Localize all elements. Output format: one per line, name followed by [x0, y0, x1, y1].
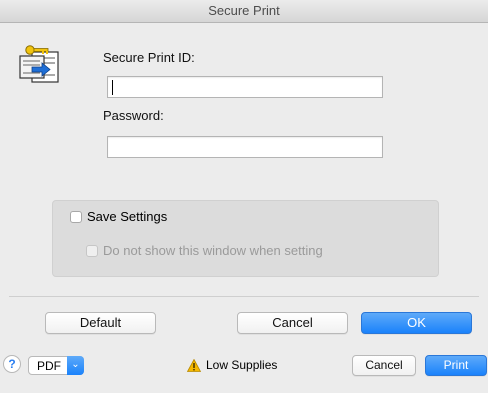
default-button[interactable]: Default [45, 312, 156, 334]
password-field[interactable] [107, 136, 383, 158]
window-title: Secure Print [0, 0, 488, 23]
pdf-label: PDF [37, 359, 61, 373]
warning-icon [187, 359, 201, 372]
pdf-menu-button[interactable]: PDF ⌄ [28, 356, 84, 375]
secure-print-key-icon [19, 45, 59, 83]
secure-print-id-field[interactable] [107, 76, 383, 98]
password-label: Password: [103, 108, 164, 123]
do-not-show-checkbox[interactable] [86, 245, 98, 257]
footer-cancel-button[interactable]: Cancel [352, 355, 416, 376]
save-settings-checkbox[interactable] [70, 211, 82, 223]
print-button[interactable]: Print [425, 355, 487, 376]
chevron-down-icon: ⌄ [67, 356, 84, 375]
do-not-show-label: Do not show this window when setting [103, 243, 323, 258]
ok-button[interactable]: OK [361, 312, 472, 334]
cancel-button[interactable]: Cancel [237, 312, 348, 334]
text-caret [112, 80, 113, 95]
low-supplies-status: Low Supplies [206, 358, 278, 372]
settings-group: Save Settings Do not show this window wh… [52, 200, 439, 277]
help-button[interactable]: ? [3, 355, 21, 373]
divider [9, 296, 479, 297]
save-settings-label: Save Settings [87, 209, 168, 224]
secure-print-id-label: Secure Print ID: [103, 50, 195, 65]
